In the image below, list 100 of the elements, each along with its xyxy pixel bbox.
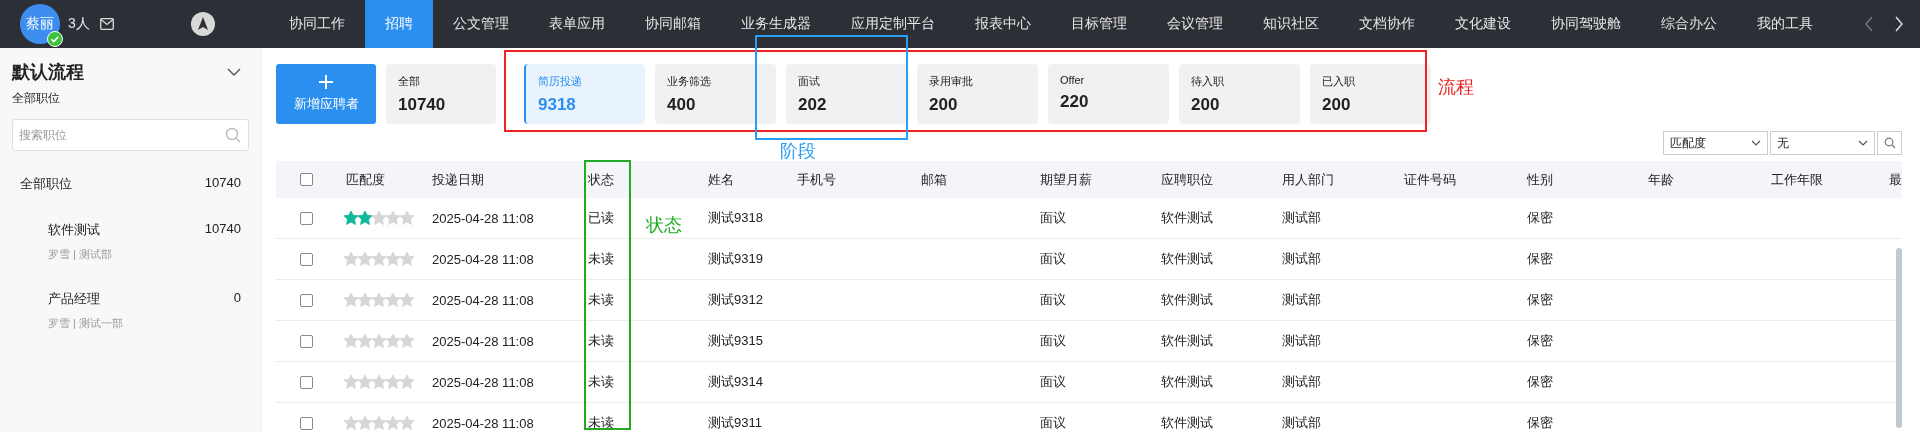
search-field[interactable]: 搜索职位: [12, 119, 249, 151]
table-cell: 保密: [1527, 332, 1553, 350]
card-count: 220: [1060, 92, 1090, 112]
item-meta: 罗雪 | 测试部: [48, 247, 113, 262]
card-count: 200: [1191, 95, 1221, 115]
table-cell: 测试部: [1282, 332, 1321, 350]
star-icon: [372, 334, 386, 348]
column-header: 应聘职位: [1161, 170, 1213, 189]
nav-tab[interactable]: 综合办公: [1640, 0, 1737, 48]
chevron-down-icon: [1751, 140, 1761, 146]
column-header: 年龄: [1648, 170, 1674, 189]
star-icon: [386, 293, 400, 307]
row-checkbox[interactable]: [299, 375, 313, 389]
table-cell: 测试部: [1282, 209, 1321, 227]
plus-icon: [319, 75, 333, 89]
card-label: 面试: [798, 74, 821, 89]
star-icon: [344, 293, 358, 307]
total-card[interactable]: 全部 10740: [386, 64, 496, 124]
mail-icon[interactable]: [99, 18, 114, 30]
item-count: 10740: [204, 175, 241, 192]
star-icon: [358, 252, 372, 266]
card-label: 已入职: [1322, 74, 1356, 89]
people-count[interactable]: 3人: [68, 15, 90, 33]
stage-card[interactable]: 业务筛选 400: [655, 64, 776, 124]
star-icon: [386, 375, 400, 389]
star-icon: [358, 293, 372, 307]
search-icon: [1883, 137, 1896, 149]
nav-tab[interactable]: 知识社区: [1242, 0, 1339, 48]
star-icon: [358, 334, 372, 348]
table-cell: 面议: [1040, 250, 1066, 268]
column-header: 用人部门: [1282, 170, 1334, 189]
table-cell: 测试部: [1282, 373, 1321, 391]
table-cell: 2025-04-28 11:08: [432, 333, 534, 349]
stage-card[interactable]: Offer 220: [1048, 64, 1169, 124]
search-button[interactable]: [1877, 131, 1902, 155]
annotation-label: 流程: [1438, 78, 1474, 96]
table-cell: 2025-04-28 11:08: [432, 374, 534, 390]
stage-card[interactable]: 面试 202: [786, 64, 907, 124]
sidebar-title: 默认流程: [12, 61, 84, 84]
sort-select[interactable]: 匹配度: [1663, 131, 1768, 155]
nav-tab[interactable]: 业务生成器: [720, 0, 831, 48]
nav-tab[interactable]: 协同邮箱: [624, 0, 721, 48]
stage-card[interactable]: 已入职 200: [1310, 64, 1431, 124]
card-label: 简历投递: [538, 74, 583, 89]
star-icon: [372, 375, 386, 389]
nav-tab[interactable]: 我的工具: [1736, 0, 1833, 48]
column-header: 证件号码: [1404, 170, 1456, 189]
nav-tab[interactable]: 表单应用: [528, 0, 625, 48]
chevron-down-icon[interactable]: [227, 68, 241, 77]
star-icon: [372, 416, 386, 430]
item-label: 产品经理: [48, 290, 100, 308]
card-count: 200: [929, 95, 959, 115]
card-label: 业务筛选: [667, 74, 712, 89]
sidebar-item[interactable]: 软件测试 10740 罗雪 | 测试部: [12, 221, 249, 262]
star-icon: [372, 252, 386, 266]
nav-tab[interactable]: 文化建设: [1434, 0, 1531, 48]
item-count: 10740: [204, 221, 241, 238]
table-cell: 保密: [1527, 291, 1553, 309]
table-cell: 测试部: [1282, 291, 1321, 309]
nav-tab[interactable]: 文档协作: [1338, 0, 1435, 48]
table-cell: 软件测试: [1161, 209, 1213, 227]
row-checkbox[interactable]: [299, 334, 313, 348]
star-icon: [400, 211, 414, 225]
sort-select[interactable]: 无: [1770, 131, 1875, 155]
logo-icon[interactable]: [190, 12, 215, 36]
stage-card[interactable]: 录用审批 200: [917, 64, 1038, 124]
nav-tab[interactable]: 会议管理: [1146, 0, 1243, 48]
table-cell: 2025-04-28 11:08: [432, 210, 534, 226]
table-cell: 保密: [1527, 414, 1553, 432]
star-icon: [358, 416, 372, 430]
nav-tab[interactable]: 协同工作: [268, 0, 365, 48]
table-cell: 软件测试: [1161, 332, 1213, 350]
nav-tab[interactable]: 协同驾驶舱: [1530, 0, 1641, 48]
row-checkbox[interactable]: [299, 211, 313, 225]
select-all-checkbox[interactable]: [299, 173, 313, 186]
card-count: 9318: [538, 95, 577, 115]
column-header: 性别: [1527, 170, 1553, 189]
star-icon: [344, 334, 358, 348]
sidebar-item[interactable]: 全部职位 10740: [12, 175, 249, 193]
nav-tab[interactable]: 公文管理: [432, 0, 529, 48]
nav-tab[interactable]: 应用定制平台: [830, 0, 955, 48]
chevron-left-icon[interactable]: [1864, 16, 1874, 32]
row-checkbox[interactable]: [299, 293, 313, 307]
star-icon: [386, 334, 400, 348]
chevron-right-icon[interactable]: [1894, 16, 1904, 32]
stage-card[interactable]: 待入职 200: [1179, 64, 1300, 124]
star-icon: [372, 293, 386, 307]
table-cell: 面议: [1040, 373, 1066, 391]
sidebar-item[interactable]: 产品经理 0 罗雪 | 测试一部: [12, 290, 249, 331]
row-checkbox[interactable]: [299, 416, 313, 430]
card-label: Offer: [1060, 74, 1086, 86]
nav-tab[interactable]: 目标管理: [1050, 0, 1147, 48]
table-cell: 未读: [588, 291, 614, 309]
nav-tab[interactable]: 报表中心: [954, 0, 1051, 48]
row-checkbox[interactable]: [299, 252, 313, 266]
scrollbar[interactable]: [1896, 248, 1902, 428]
star-icon: [344, 375, 358, 389]
card-label: 待入职: [1191, 74, 1225, 89]
column-header: 投递日期: [432, 170, 484, 189]
column-header: 最: [1889, 170, 1902, 189]
